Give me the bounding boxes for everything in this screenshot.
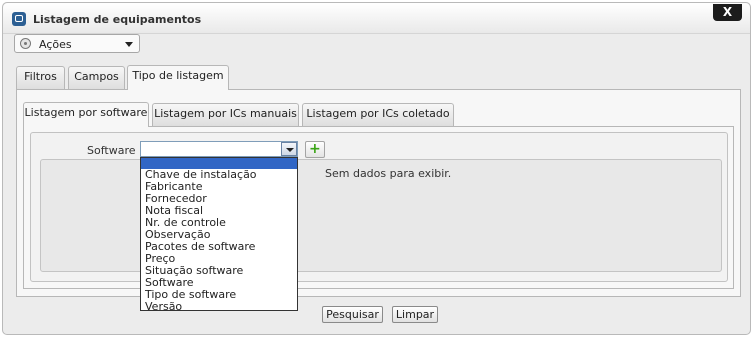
actions-menu-label: Ações	[39, 38, 72, 51]
clear-button[interactable]: Limpar	[392, 306, 438, 323]
software-dropdown-list: Chave de instalação Fabricante Fornecedo…	[140, 157, 298, 313]
close-button[interactable]: X	[713, 4, 742, 21]
tab-listagem-por-ics-manuais[interactable]: Listagem por ICs manuais	[152, 103, 299, 126]
window-title: Listagem de equipamentos	[33, 13, 202, 26]
tab-listagem-por-software[interactable]: Listagem por software	[23, 102, 149, 127]
search-button[interactable]: Pesquisar	[322, 306, 383, 323]
dropdown-arrow-icon[interactable]	[281, 142, 297, 156]
gear-icon	[20, 38, 31, 49]
empty-message: Sem dados para exibir.	[325, 167, 452, 180]
actions-menu[interactable]: Ações	[14, 34, 140, 53]
chevron-down-icon	[125, 42, 133, 47]
software-select[interactable]	[140, 141, 298, 157]
chat-bubble-icon	[12, 12, 26, 26]
tab-listagem-por-ics-coletado[interactable]: Listagem por ICs coletado	[302, 103, 454, 126]
tab-tipo-de-listagem[interactable]: Tipo de listagem	[127, 65, 229, 90]
software-label: Software :	[87, 144, 143, 157]
title-bar: Listagem de equipamentos X	[3, 3, 750, 34]
tab-campos[interactable]: Campos	[68, 66, 125, 89]
plus-icon: +	[309, 141, 321, 157]
tab-filtros[interactable]: Filtros	[16, 66, 65, 89]
dropdown-option[interactable]: Versão	[141, 301, 297, 313]
add-button[interactable]: +	[305, 141, 325, 158]
